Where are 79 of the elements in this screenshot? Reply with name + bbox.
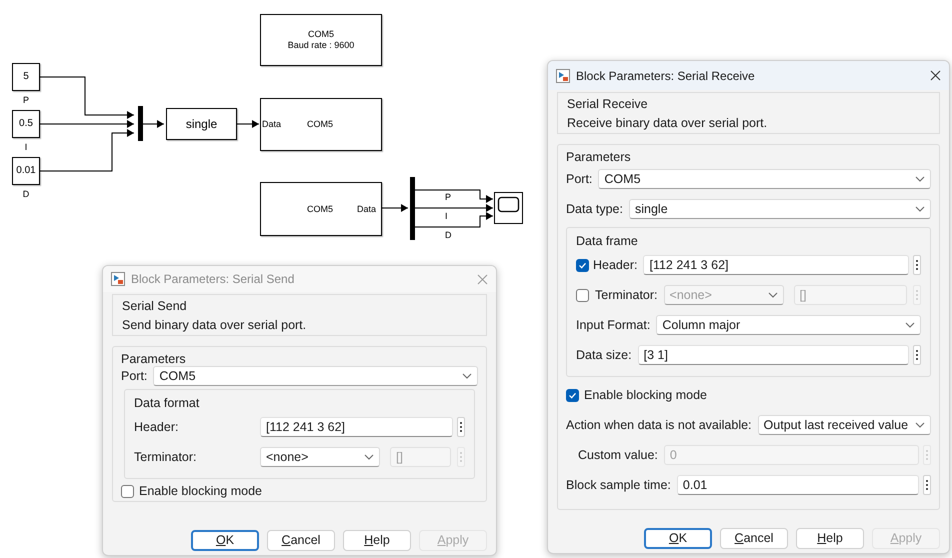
block-description: Send binary data over serial port. [122,316,308,334]
dialog-button[interactable]: Help [796,528,864,549]
block-label: I [24,143,28,152]
dropdown[interactable]: Output last received value [758,415,931,435]
dropdown[interactable]: COM5 [153,366,478,386]
field-label: Data size: [576,346,632,364]
port-label: Data [357,205,376,214]
block-text: COM5 [308,29,334,40]
chevron-icon [364,454,374,460]
dialog-button[interactable]: Cancel [720,528,788,549]
block-label: P [22,96,30,105]
section-title: Serial Receive [567,96,649,113]
check-icon [568,390,577,400]
app-icon [556,68,570,82]
check-icon [578,260,587,270]
block-text: COM5 [307,120,334,129]
chevron-icon [915,176,925,182]
checkbox[interactable] [121,485,134,498]
field-label: Header: [134,418,180,436]
dropdown[interactable]: single [628,199,931,219]
signal-label: D [445,231,452,240]
window-title: Block Parameters: Serial Send [131,271,296,288]
group-title: Parameters [121,351,187,366]
close-icon[interactable] [930,70,941,81]
dropdown[interactable]: Column major [656,315,921,335]
field-label: Enable blocking mode [139,483,262,500]
mux-bar [138,106,143,141]
signal-label: P [445,193,452,202]
dropdown[interactable]: COM5 [598,169,931,189]
field-label: Data type: [566,200,623,218]
chevron-icon [905,322,915,328]
text-field[interactable]: 0.01 [676,475,919,495]
text-field[interactable]: [112 241 3 62] [643,255,909,275]
dialog-button[interactable]: OK [191,530,259,551]
field-label: Port: [121,368,148,385]
field-label: Block sample time: [566,476,671,494]
more-options-button[interactable] [913,345,921,365]
chevron-icon [915,422,925,428]
block-text: Baud rate : 9600 [288,40,354,51]
signal-line [142,120,164,128]
field-label: Header: [593,256,638,274]
block-text: single [186,116,218,133]
field-label: Input Format: [576,316,650,334]
checkbox[interactable] [566,388,579,402]
constant-value: 0.5 [19,119,33,129]
dialog-button[interactable]: OK [644,528,712,549]
app-icon [111,272,125,286]
text-field[interactable]: [112 241 3 62] [260,417,453,437]
window-title: Block Parameters: Serial Receive [576,68,756,84]
signal-label: I [445,212,448,221]
field-label: Port: [566,170,592,188]
more-options-button[interactable] [913,255,921,275]
more-options-button[interactable] [457,417,465,437]
checkbox[interactable] [576,258,589,272]
block-text: COM5 [307,205,334,214]
port-label: Data [262,120,282,129]
text-field[interactable]: [3 1] [638,345,909,365]
field-label: Terminator: [134,448,198,466]
chevron-icon [768,292,778,298]
field-label: Terminator: [595,286,658,304]
dropdown[interactable]: <none> [260,447,380,467]
chevron-icon [462,373,472,379]
field-label: Enable blocking mode [584,386,707,404]
dialog-button[interactable]: Cancel [267,530,335,551]
block-description: Receive binary data over serial port. [567,114,768,132]
field-label: Custom value: [578,446,658,464]
constant-value: 5 [23,72,29,82]
block-label: D [22,190,30,199]
field-label: Action when data is not available: [566,416,752,434]
constant-value: 0.01 [16,166,36,176]
group-title: Data frame [576,233,639,250]
demux-bar [410,177,415,240]
section-title: Serial Send [122,298,188,315]
chevron-icon [915,206,925,212]
dialog-button[interactable]: Help [343,530,411,551]
group-title: Data format [134,395,200,412]
scope-block [494,192,523,224]
group-title: Parameters [566,149,632,164]
more-options-button[interactable] [923,475,931,495]
